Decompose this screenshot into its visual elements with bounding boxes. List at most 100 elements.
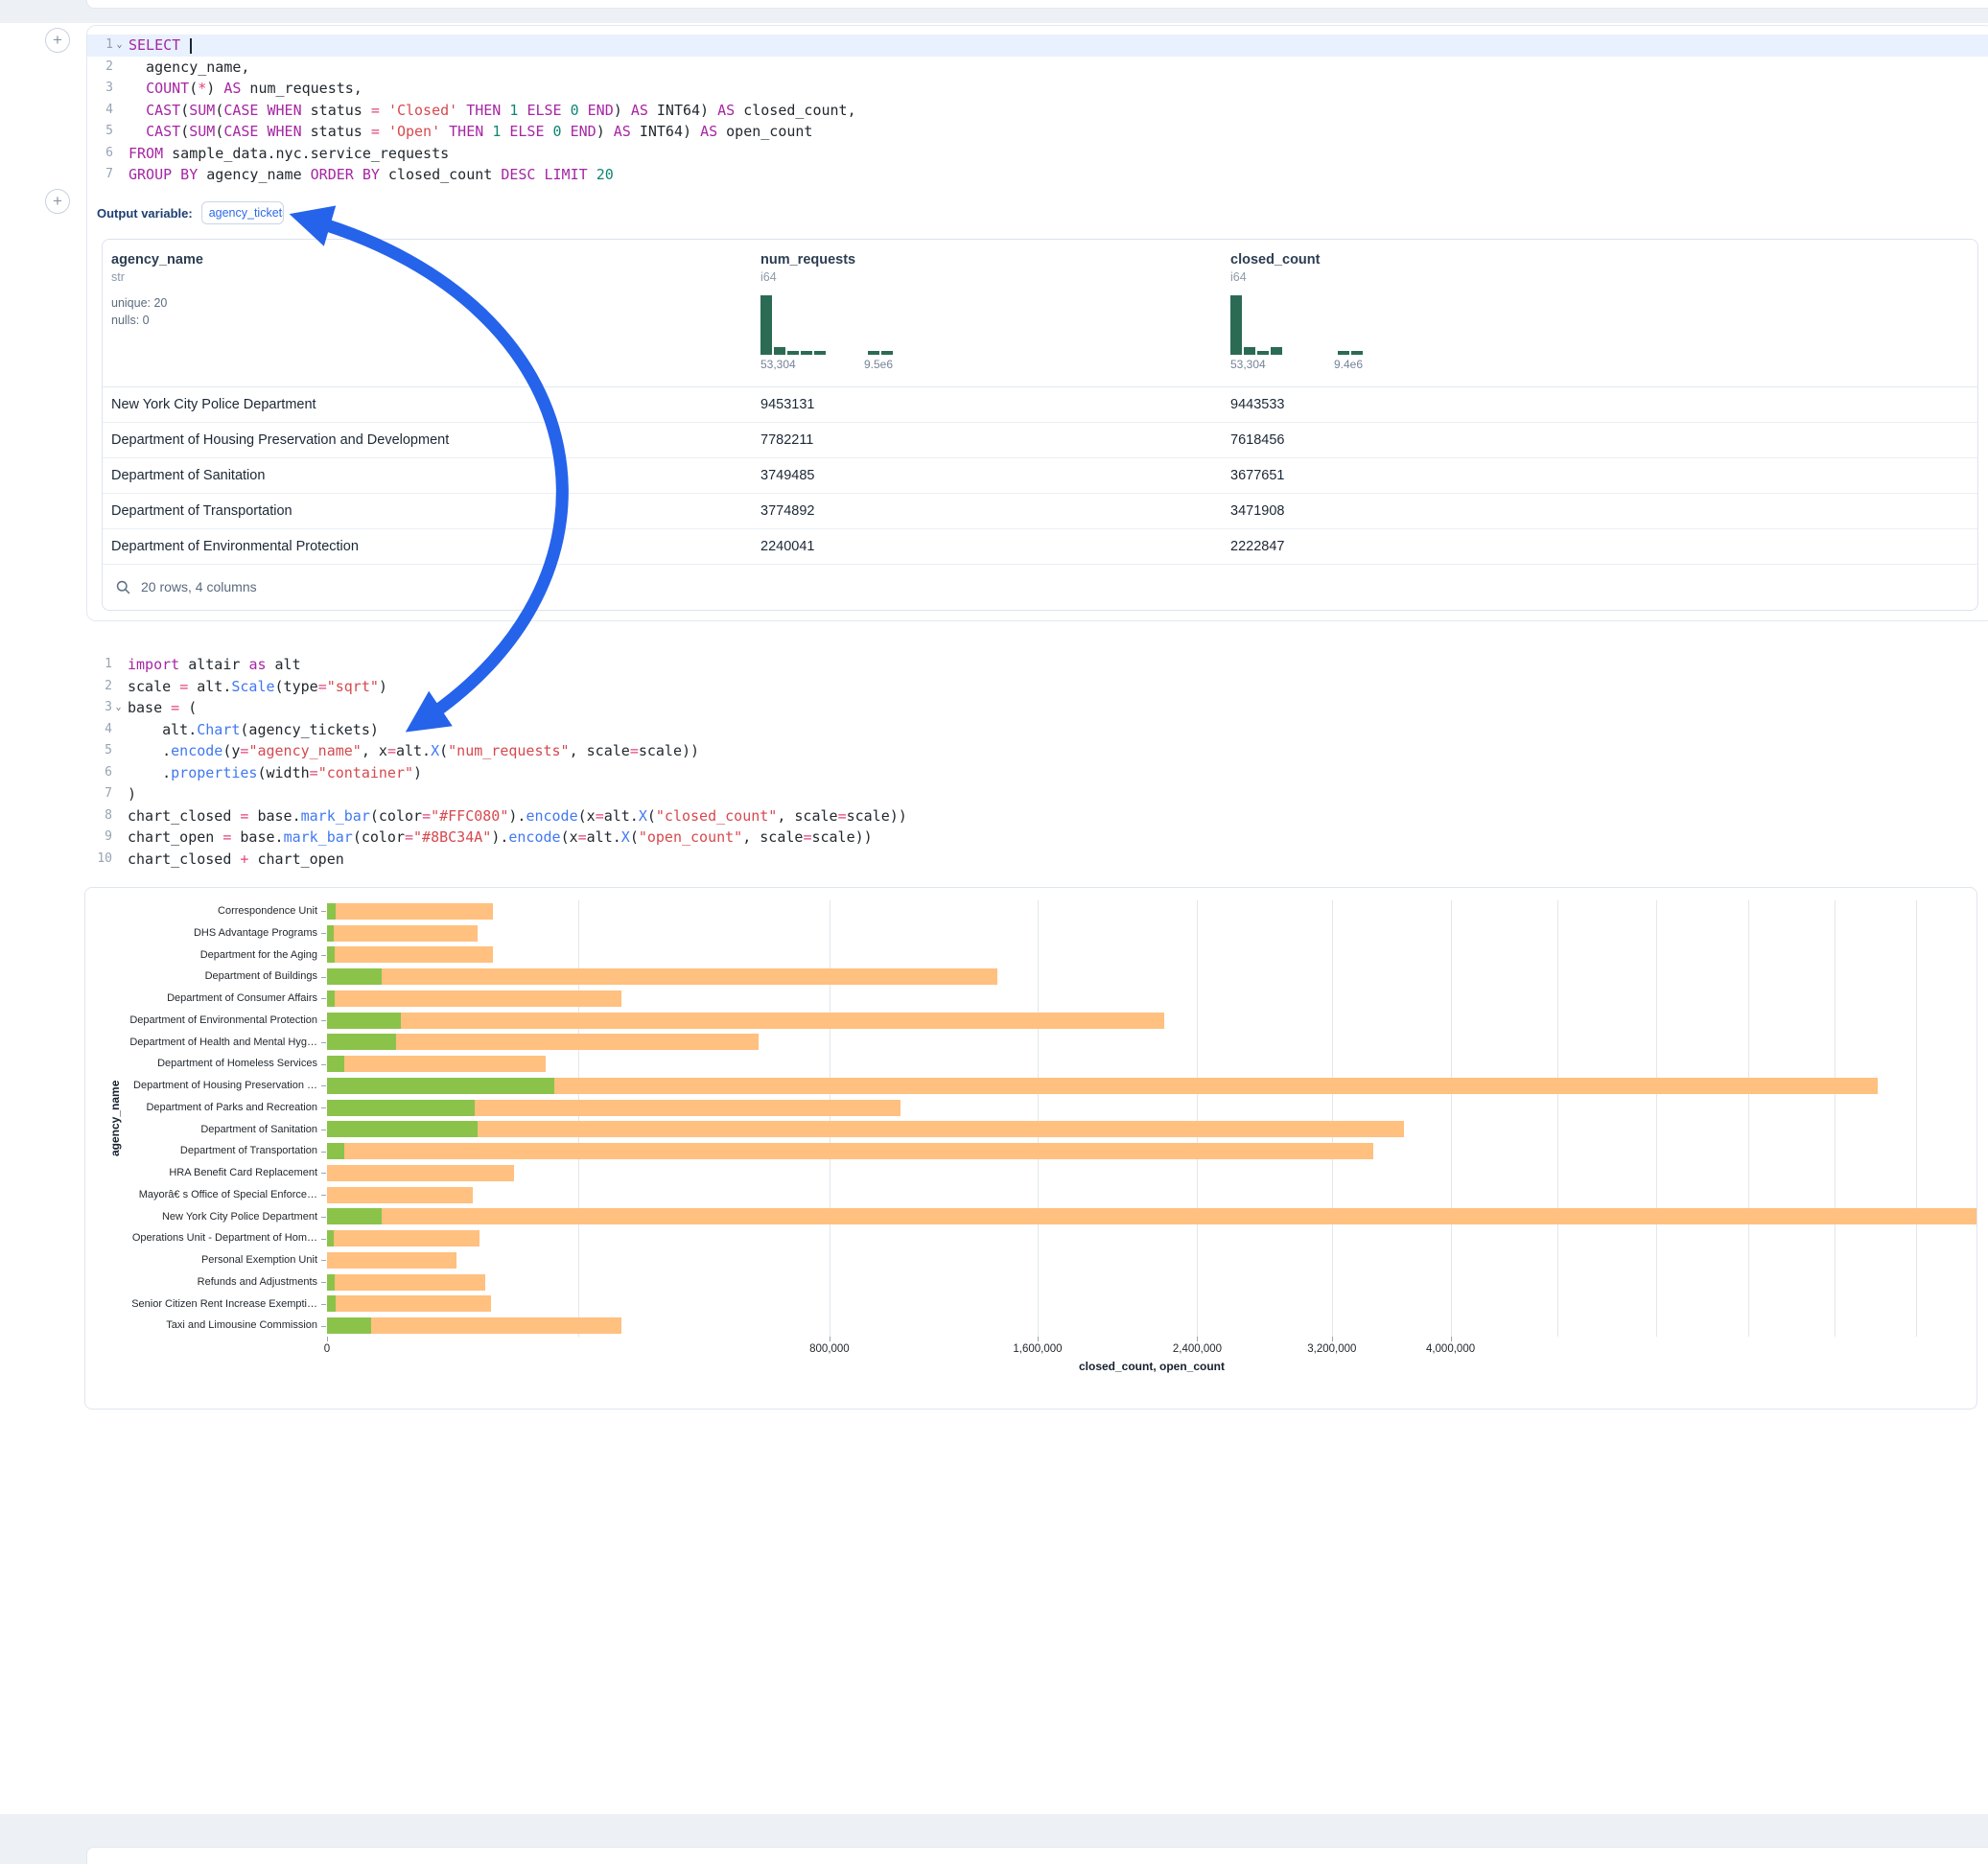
table-row[interactable]: Department of Sanitation37494853677651 xyxy=(103,458,1977,494)
python-editor[interactable]: 1import altair as alt2scale = alt.Scale(… xyxy=(86,654,1525,870)
output-variable-label: Output variable: xyxy=(97,206,193,221)
bar-open_count xyxy=(327,1121,478,1137)
y-axis-label: Senior Citizen Rent Increase Exempti… xyxy=(85,1293,317,1316)
output-variable-chip[interactable]: agency_tickets xyxy=(201,201,284,224)
code-text: chart_closed + chart_open xyxy=(128,849,1525,871)
bar-open_count xyxy=(327,1230,334,1247)
y-axis-label: Department of Buildings xyxy=(85,966,317,988)
code-text: CAST(SUM(CASE WHEN status = 'Closed' THE… xyxy=(129,100,1988,122)
code-line[interactable]: 7) xyxy=(86,783,1525,805)
bar-open_count xyxy=(327,968,382,985)
histogram-bar xyxy=(1230,295,1242,355)
code-line[interactable]: 1import altair as alt xyxy=(86,654,1525,676)
column-name: closed_count xyxy=(1230,252,1977,268)
code-line[interactable]: 2scale = alt.Scale(type="sqrt") xyxy=(86,676,1525,698)
search-icon[interactable] xyxy=(115,579,131,595)
y-axis-label: Department of Parks and Recreation xyxy=(85,1097,317,1119)
line-number: 3 xyxy=(95,697,112,719)
code-line[interactable]: 6FROM sample_data.nyc.service_requests xyxy=(87,143,1988,165)
table-row[interactable]: New York City Police Department945313194… xyxy=(103,387,1977,423)
code-text: COUNT(*) AS num_requests, xyxy=(129,78,1988,100)
y-axis-label: Refunds and Adjustments xyxy=(85,1271,317,1293)
y-axis-label: New York City Police Department xyxy=(85,1206,317,1228)
bar-open_count xyxy=(327,1274,335,1291)
code-line[interactable]: 10 chart_closed + chart_open xyxy=(86,849,1525,871)
code-line[interactable]: 4 CAST(SUM(CASE WHEN status = 'Closed' T… xyxy=(87,100,1988,122)
line-gutter: 3 xyxy=(87,78,129,100)
code-line[interactable]: 2 agency_name, xyxy=(87,57,1988,79)
line-number: 2 xyxy=(95,676,112,698)
line-number: 1 xyxy=(96,35,113,57)
column-header[interactable]: agency_namestrunique: 20nulls: 0 xyxy=(103,240,752,386)
y-axis-label: Department of Housing Preservation … xyxy=(85,1075,317,1097)
code-line[interactable]: 1⌄SELECT xyxy=(87,35,1988,57)
table-header: agency_namestrunique: 20nulls: 0num_requ… xyxy=(103,240,1977,387)
chart-output: agency_name Correspondence UnitDHS Advan… xyxy=(84,887,1977,1410)
bar-closed_count xyxy=(327,1208,1976,1224)
gridline xyxy=(1656,900,1657,1337)
line-gutter: 5 xyxy=(87,121,129,143)
bar-open_count xyxy=(327,903,336,920)
table-body: New York City Police Department945313194… xyxy=(103,387,1977,565)
code-text: SELECT xyxy=(129,35,1988,57)
bar-open_count xyxy=(327,1208,382,1224)
table-row[interactable]: Department of Environmental Protection22… xyxy=(103,529,1977,565)
y-axis-tick xyxy=(321,1064,326,1065)
y-axis-label: Department of Health and Mental Hyg… xyxy=(85,1032,317,1054)
y-axis-label: Department for the Aging xyxy=(85,944,317,967)
y-axis-tick xyxy=(321,1085,326,1086)
bar-closed_count xyxy=(327,1165,514,1181)
line-gutter: 6 xyxy=(86,762,128,784)
code-line[interactable]: 5 .encode(y="agency_name", x=alt.X("num_… xyxy=(86,740,1525,762)
bar-open_count xyxy=(327,946,335,963)
table-row[interactable]: Department of Transportation377489234719… xyxy=(103,494,1977,529)
line-gutter: 8 xyxy=(86,805,128,827)
table-cell: 2222847 xyxy=(1222,529,1977,564)
y-axis-tick xyxy=(321,1020,326,1021)
y-axis-tick xyxy=(321,998,326,999)
y-axis-label: Department of Environmental Protection xyxy=(85,1010,317,1032)
fold-toggle-icon[interactable]: ⌄ xyxy=(113,35,126,57)
table-cell: 3677651 xyxy=(1222,458,1977,493)
line-number: 9 xyxy=(95,827,112,849)
column-header[interactable]: closed_counti6453,3049.4e6 xyxy=(1222,240,1977,386)
code-line[interactable]: 6 .properties(width="container") xyxy=(86,762,1525,784)
bar-closed_count xyxy=(327,1013,1164,1029)
code-line[interactable]: 3⌄base = ( xyxy=(86,697,1525,719)
table-cell: 2240041 xyxy=(752,529,1222,564)
gridline xyxy=(1557,900,1558,1337)
add-cell-button[interactable]: + xyxy=(45,28,70,53)
line-number: 3 xyxy=(96,78,113,100)
column-header[interactable]: num_requestsi6453,3049.5e6 xyxy=(752,240,1222,386)
code-line[interactable]: 4 alt.Chart(agency_tickets) xyxy=(86,719,1525,741)
bar-closed_count xyxy=(327,1252,456,1269)
table-cell: New York City Police Department xyxy=(103,387,752,422)
code-text: agency_name, xyxy=(129,57,1988,79)
line-gutter: 1⌄ xyxy=(87,35,129,57)
sql-editor[interactable]: 1⌄SELECT 2 agency_name,3 COUNT(*) AS num… xyxy=(87,35,1988,186)
code-line[interactable]: 9chart_open = base.mark_bar(color="#8BC3… xyxy=(86,827,1525,849)
y-axis-label: Department of Homeless Services xyxy=(85,1053,317,1075)
add-cell-button[interactable]: + xyxy=(45,189,70,214)
column-max: 9.5e6 xyxy=(864,358,893,371)
code-line[interactable]: 5 CAST(SUM(CASE WHEN status = 'Open' THE… xyxy=(87,121,1988,143)
column-stat: nulls: 0 xyxy=(111,314,752,327)
column-min: 53,304 xyxy=(760,358,796,371)
x-axis: 0800,0001,600,0002,400,0003,200,0004,000… xyxy=(327,1337,1976,1358)
bar-closed_count xyxy=(327,1121,1404,1137)
gridline xyxy=(578,900,579,1337)
x-axis-tick xyxy=(1451,1337,1452,1341)
y-axis-tick xyxy=(321,1195,326,1196)
code-line[interactable]: 8chart_closed = base.mark_bar(color="#FF… xyxy=(86,805,1525,827)
table-row[interactable]: Department of Housing Preservation and D… xyxy=(103,423,1977,458)
line-number: 10 xyxy=(95,849,112,871)
code-line[interactable]: 7GROUP BY agency_name ORDER BY closed_co… xyxy=(87,164,1988,186)
code-line[interactable]: 3 COUNT(*) AS num_requests, xyxy=(87,78,1988,100)
line-number: 5 xyxy=(96,121,113,143)
table-cell: Department of Transportation xyxy=(103,494,752,528)
fold-toggle-icon[interactable]: ⌄ xyxy=(112,697,125,719)
x-axis-tick xyxy=(327,1337,328,1341)
code-text: GROUP BY agency_name ORDER BY closed_cou… xyxy=(129,164,1988,186)
line-number: 4 xyxy=(96,100,113,122)
histogram-bar xyxy=(801,351,812,355)
